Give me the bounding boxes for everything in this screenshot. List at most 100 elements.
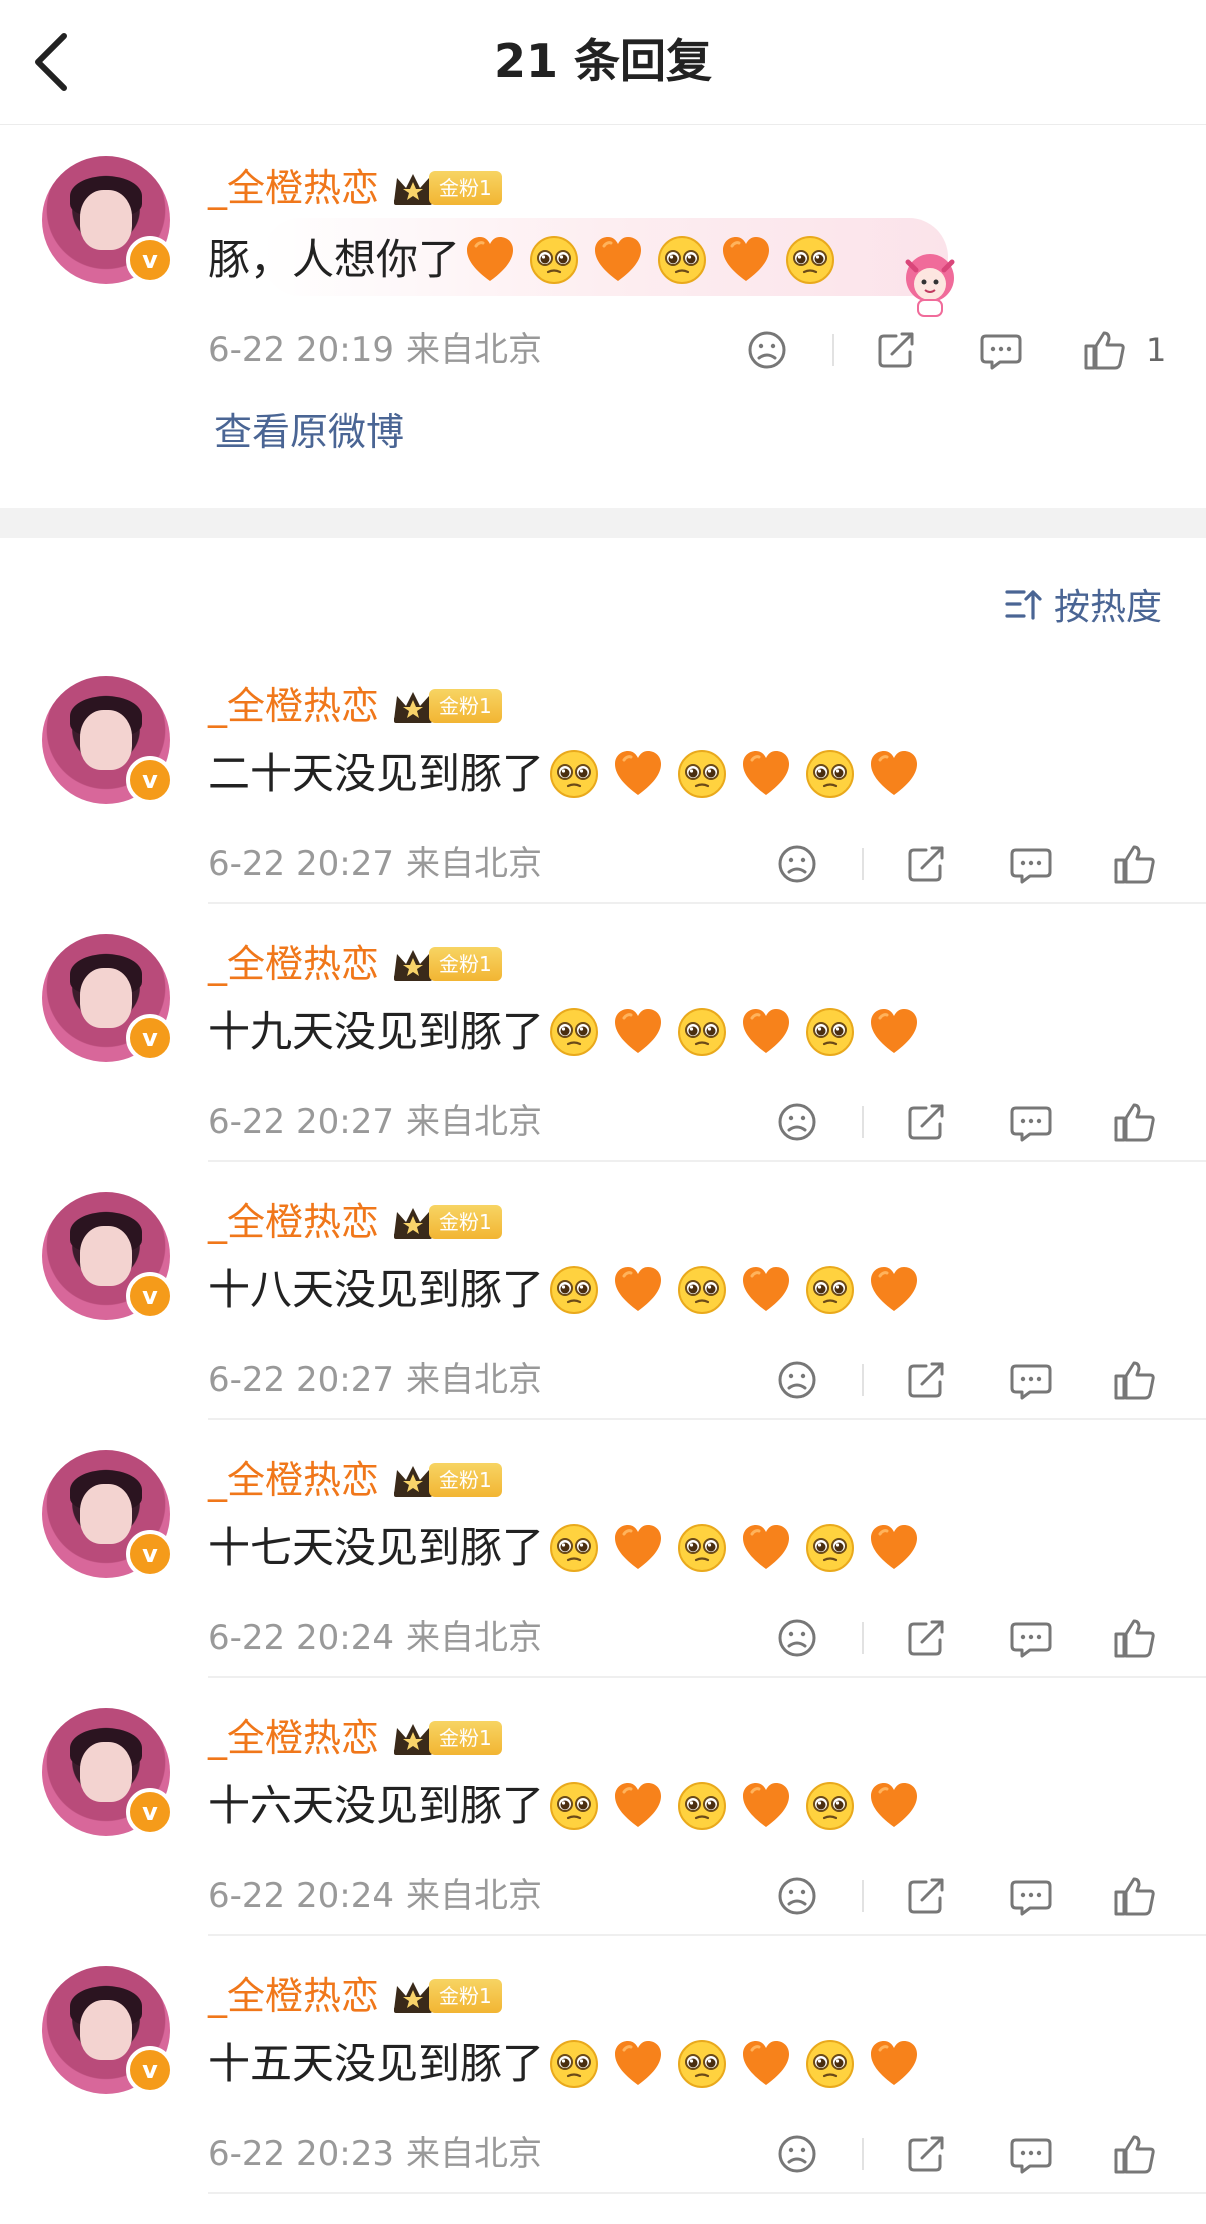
share-icon[interactable] <box>874 328 920 372</box>
verified-badge: v <box>126 1530 174 1578</box>
view-original-link[interactable]: 查看原微博 <box>214 404 404 460</box>
fan-badge: 金粉1 <box>429 1205 502 1239</box>
avatar-face <box>80 2000 132 2060</box>
username[interactable]: _全橙热恋 <box>208 1452 379 1508</box>
share-icon[interactable] <box>904 842 950 886</box>
username[interactable]: _全橙热恋 <box>208 160 379 216</box>
meta-row: 6-22 20:27 来自北京 <box>208 834 1206 894</box>
orange-heart-icon <box>740 1522 792 1574</box>
meta-row: 6-22 20:19 来自北京 1 <box>208 320 1206 380</box>
orange-heart-icon <box>464 234 516 286</box>
username[interactable]: _全橙热恋 <box>208 1194 379 1250</box>
orange-heart-icon <box>868 1522 920 1574</box>
location: 来自北京 <box>405 330 542 370</box>
avatar-face <box>80 1484 132 1544</box>
reply-text: 十九天没见到豚了 <box>208 1007 545 1056</box>
avatar[interactable]: v <box>42 934 174 1062</box>
like-icon[interactable] <box>1112 2132 1158 2176</box>
username[interactable]: _全橙热恋 <box>208 1710 379 1766</box>
top-bar: 21 条回复 <box>0 0 1206 125</box>
dislike-face-icon[interactable] <box>774 2132 820 2176</box>
row-divider <box>208 2192 1206 2194</box>
page-title: 21 条回复 <box>493 34 713 88</box>
orange-heart-icon <box>740 748 792 800</box>
pleading-face-icon <box>548 1264 600 1316</box>
like-icon[interactable] <box>1112 1358 1158 1402</box>
emoji-group <box>464 234 848 286</box>
meta-text: 6-22 20:23 来自北京 <box>208 2124 542 2184</box>
username[interactable]: _全橙热恋 <box>208 936 379 992</box>
orange-heart-icon <box>612 1264 664 1316</box>
pleading-face-icon <box>784 234 836 286</box>
comment-icon[interactable] <box>1008 842 1054 886</box>
meta-row: 6-22 20:27 来自北京 <box>208 1350 1206 1410</box>
comment-text-row: 豚，人想你了 <box>208 230 848 290</box>
comment-icon[interactable] <box>1008 1100 1054 1144</box>
like-icon[interactable] <box>1112 1100 1158 1144</box>
share-icon[interactable] <box>904 1358 950 1402</box>
timestamp: 6-22 20:19 <box>208 330 394 370</box>
action-separator <box>862 1880 864 1912</box>
avatar[interactable]: v <box>42 1192 174 1320</box>
comment-icon[interactable] <box>978 328 1024 372</box>
pleading-face-icon <box>676 1264 728 1316</box>
verified-badge: v <box>126 1788 174 1836</box>
pleading-face-icon <box>528 234 580 286</box>
like-icon[interactable] <box>1112 842 1158 886</box>
timestamp: 6-22 20:27 <box>208 1360 394 1400</box>
comment-icon[interactable] <box>1008 1874 1054 1918</box>
comment-icon[interactable] <box>1008 1616 1054 1660</box>
action-separator <box>862 1622 864 1654</box>
share-icon[interactable] <box>904 1874 950 1918</box>
comment-icon[interactable] <box>1008 1358 1054 1402</box>
row-divider <box>208 1676 1206 1678</box>
reply-text-row: 二十天没见到豚了 <box>208 744 932 804</box>
emoji-group <box>548 748 932 800</box>
avatar[interactable]: v <box>42 676 174 804</box>
like-icon[interactable] <box>1082 328 1128 372</box>
pleading-face-icon <box>804 1006 856 1058</box>
reply-text-row: 十八天没见到豚了 <box>208 1260 932 1320</box>
name-row: _全橙热恋 金粉1 <box>208 1710 502 1766</box>
emoji-group <box>548 1264 932 1316</box>
location: 来自北京 <box>405 1360 542 1400</box>
dislike-face-icon[interactable] <box>774 1616 820 1660</box>
pleading-face-icon <box>548 2038 600 2090</box>
reply-text-row: 十九天没见到豚了 <box>208 1002 932 1062</box>
dislike-face-icon[interactable] <box>744 328 790 372</box>
sort-button[interactable]: 按热度 <box>1004 576 1162 632</box>
username[interactable]: _全橙热恋 <box>208 678 379 734</box>
fan-badge: 金粉1 <box>429 171 502 205</box>
meta-text: 6-22 20:27 来自北京 <box>208 1092 542 1152</box>
share-icon[interactable] <box>904 2132 950 2176</box>
avatar-face <box>80 710 132 770</box>
dislike-face-icon[interactable] <box>774 1358 820 1402</box>
emoji-group <box>548 1006 932 1058</box>
avatar[interactable]: v <box>42 156 174 284</box>
avatar[interactable]: v <box>42 1966 174 2094</box>
row-divider <box>208 902 1206 904</box>
avatar[interactable]: v <box>42 1708 174 1836</box>
orange-heart-icon <box>612 1006 664 1058</box>
like-icon[interactable] <box>1112 1874 1158 1918</box>
verified-badge: v <box>126 2046 174 2094</box>
dislike-face-icon[interactable] <box>774 1874 820 1918</box>
location: 来自北京 <box>405 2134 542 2174</box>
avatar-face <box>80 1742 132 1802</box>
pleading-face-icon <box>656 234 708 286</box>
action-separator <box>862 1106 864 1138</box>
reply-text: 十七天没见到豚了 <box>208 1523 545 1572</box>
like-icon[interactable] <box>1112 1616 1158 1660</box>
share-icon[interactable] <box>904 1616 950 1660</box>
avatar[interactable]: v <box>42 1450 174 1578</box>
meta-row: 6-22 20:24 来自北京 <box>208 1608 1206 1668</box>
comment-icon[interactable] <box>1008 2132 1054 2176</box>
action-separator <box>832 334 834 366</box>
pleading-face-icon <box>548 748 600 800</box>
pleading-face-icon <box>804 1264 856 1316</box>
action-separator <box>862 848 864 880</box>
dislike-face-icon[interactable] <box>774 1100 820 1144</box>
username[interactable]: _全橙热恋 <box>208 1968 379 2024</box>
dislike-face-icon[interactable] <box>774 842 820 886</box>
share-icon[interactable] <box>904 1100 950 1144</box>
